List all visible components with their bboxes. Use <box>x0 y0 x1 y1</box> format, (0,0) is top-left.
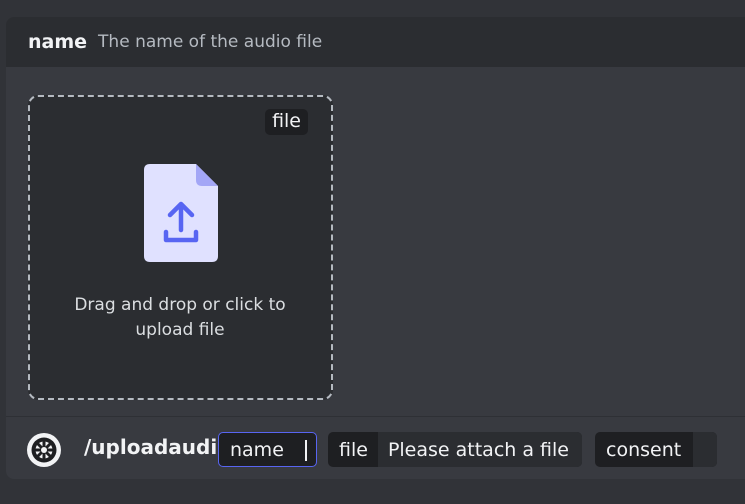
param-name-chip[interactable]: name <box>218 432 317 467</box>
param-file-value[interactable]: Please attach a file <box>377 432 582 467</box>
option-header: name The name of the audio file <box>6 17 745 67</box>
app-window: name The name of the audio file file Dra… <box>0 0 745 504</box>
param-file-chip[interactable]: file Please attach a file <box>328 432 582 467</box>
file-dropzone[interactable]: file Drag and drop or click to upload fi… <box>28 95 333 400</box>
dropzone-text-line2: upload file <box>135 320 225 340</box>
text-caret <box>305 440 307 461</box>
dropzone-text-line1: Drag and drop or click to <box>74 295 286 315</box>
param-consent-value[interactable] <box>693 432 717 467</box>
option-name: name <box>28 31 88 53</box>
command-bar: /uploadaudio name file Please attach a f… <box>6 416 745 479</box>
option-description: The name of the audio file <box>98 32 323 52</box>
file-type-tag: file <box>265 109 308 135</box>
dropzone-text: Drag and drop or click to upload file <box>30 293 330 343</box>
autocomplete-panel: name The name of the audio file file Dra… <box>6 17 745 479</box>
param-name-label: name <box>230 438 284 461</box>
param-consent-chip[interactable]: consent <box>595 432 717 467</box>
param-file-label: file <box>339 438 368 461</box>
file-upload-icon <box>144 164 218 262</box>
command-name: /uploadaudio <box>84 435 231 459</box>
param-consent-label: consent <box>606 438 682 461</box>
bot-app-icon[interactable] <box>26 432 62 468</box>
